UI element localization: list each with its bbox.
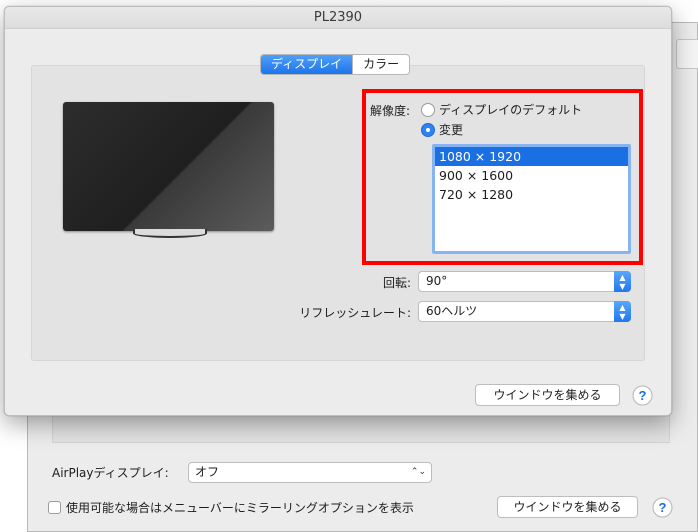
refresh-rate-label: リフレッシュレート: <box>299 306 411 320</box>
resolution-scaled-option[interactable]: 変更 <box>421 121 463 138</box>
chevron-updown-icon: ▲ ▼ <box>614 271 631 292</box>
resolution-scaled-label: 変更 <box>439 123 464 137</box>
resolution-list-item[interactable]: 1080 × 1920 <box>435 147 628 166</box>
mirror-option-checkbox[interactable] <box>48 501 61 514</box>
rotation-select[interactable]: 90° ▲ ▼ <box>418 271 631 292</box>
mirror-option-row[interactable]: 使用可能な場合はメニューバーにミラーリングオプションを表示 <box>48 499 414 516</box>
background-gather-windows-button[interactable]: ウインドウを集める <box>497 496 638 518</box>
background-window-edge <box>676 39 698 69</box>
help-icon: ? <box>632 385 653 406</box>
monitor-stand-icon <box>133 229 207 238</box>
tab-bar: ディスプレイ カラー <box>260 54 411 75</box>
airplay-display-select[interactable]: オフ ⌃⌄ <box>188 462 432 483</box>
chevron-updown-icon: ▲ ▼ <box>614 301 631 322</box>
help-button[interactable]: ? <box>632 385 653 406</box>
rotation-value: 90° <box>426 274 448 288</box>
background-help-button[interactable]: ? <box>652 497 673 518</box>
svg-text:?: ? <box>639 388 647 403</box>
resolution-list-item[interactable]: 900 × 1600 <box>435 166 628 185</box>
monitor-icon <box>63 102 274 231</box>
chevron-updown-icon: ⌃⌄ <box>410 467 426 477</box>
tab-color[interactable]: カラー <box>352 55 409 74</box>
airplay-display-label: AirPlayディスプレイ: <box>52 466 169 480</box>
window-title: PL2390 <box>5 7 671 29</box>
rotation-label: 回転: <box>382 276 411 290</box>
airplay-display-value: オフ <box>195 465 220 479</box>
resolution-list[interactable]: 1080 × 1920 900 × 1600 720 × 1280 <box>432 144 631 254</box>
resolution-list-item[interactable]: 720 × 1280 <box>435 185 628 204</box>
gather-windows-button[interactable]: ウインドウを集める <box>475 384 620 406</box>
mirror-option-label: 使用可能な場合はメニューバーにミラーリングオプションを表示 <box>66 501 414 515</box>
refresh-rate-select[interactable]: 60ヘルツ ▲ ▼ <box>418 301 631 322</box>
display-preferences-window: PL2390 ディスプレイ カラー 解像度: ディスプレイのデフォルト 変更 1… <box>4 6 672 416</box>
resolution-default-label: ディスプレイのデフォルト <box>439 103 583 117</box>
help-icon: ? <box>652 497 673 518</box>
svg-text:?: ? <box>659 500 667 515</box>
tab-display[interactable]: ディスプレイ <box>261 55 353 74</box>
resolution-label: 解像度: <box>370 104 411 118</box>
resolution-default-option[interactable]: ディスプレイのデフォルト <box>421 101 582 118</box>
resolution-default-radio[interactable] <box>421 102 435 117</box>
resolution-scaled-radio[interactable] <box>421 122 435 137</box>
refresh-rate-value: 60ヘルツ <box>426 304 478 318</box>
